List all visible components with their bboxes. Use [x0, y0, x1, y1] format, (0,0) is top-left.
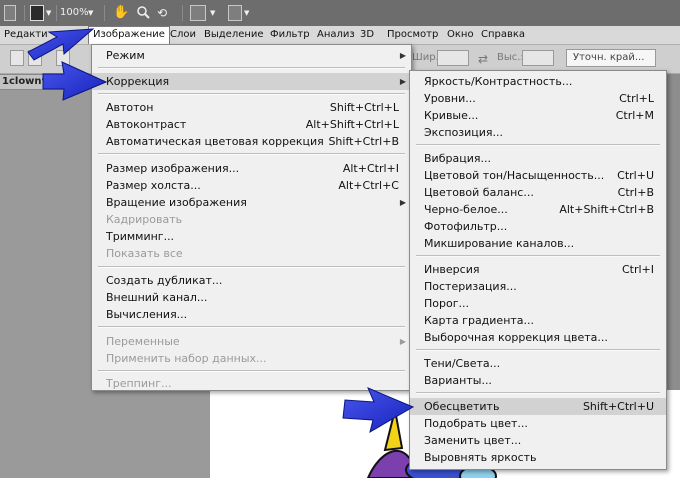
arrow-to-desaturate: [342, 387, 415, 434]
arrow-to-adjustments: [42, 61, 108, 101]
arrow-to-image-menu: [27, 28, 95, 61]
annotation-arrows: [27, 28, 415, 434]
